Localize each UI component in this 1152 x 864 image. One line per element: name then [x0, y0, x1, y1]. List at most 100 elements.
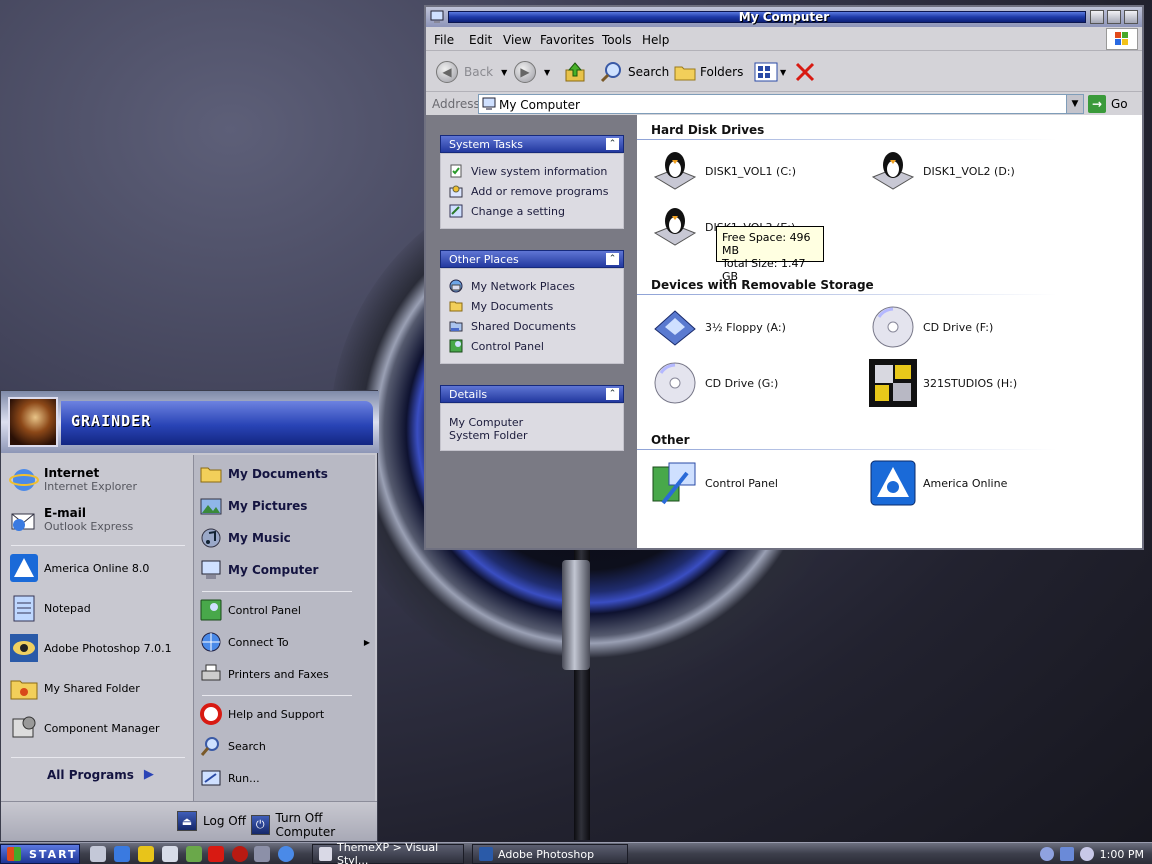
- help-and-support[interactable]: Help and Support: [200, 703, 324, 725]
- place-my-documents[interactable]: My Documents: [449, 296, 615, 316]
- recent-photoshop[interactable]: Adobe Photoshop 7.0.1: [9, 633, 172, 663]
- tray-volume-icon[interactable]: [1079, 847, 1094, 861]
- menu-bar: File Edit View Favorites Tools Help: [426, 27, 1142, 51]
- setting-label: Control Panel: [228, 603, 301, 617]
- task-view-system-info[interactable]: View system information: [449, 161, 615, 181]
- back-button[interactable]: ◀ Back ▼: [436, 60, 507, 84]
- place-my-pictures[interactable]: My Pictures: [200, 495, 307, 517]
- user-avatar-chess-icon[interactable]: [8, 397, 58, 447]
- turn-off-button[interactable]: ⏻ Turn Off Computer: [251, 811, 377, 839]
- search-item[interactable]: Search: [200, 735, 266, 757]
- recent-label: Component Manager: [44, 721, 160, 735]
- task-change-setting[interactable]: Change a setting: [449, 201, 615, 221]
- run-item[interactable]: Run...: [200, 767, 260, 789]
- title-bar[interactable]: My Computer: [426, 7, 1142, 27]
- linux-drive-icon: [871, 152, 915, 190]
- up-folder-button[interactable]: [564, 60, 586, 84]
- recent-notepad[interactable]: Notepad: [9, 593, 91, 623]
- quicklaunch-tool-icon[interactable]: [254, 846, 270, 862]
- forward-button[interactable]: ▶ ▼: [514, 60, 550, 84]
- maximize-button[interactable]: [1107, 10, 1121, 24]
- pinned-email[interactable]: E-mail Outlook Express: [9, 505, 133, 535]
- setting-control-panel[interactable]: Control Panel: [200, 599, 301, 621]
- close-button[interactable]: [1124, 10, 1138, 24]
- setting-connect-to[interactable]: Connect To ▶: [200, 631, 372, 653]
- collapse-icon[interactable]: ⌃: [606, 388, 619, 400]
- recent-component-manager[interactable]: Component Manager: [9, 713, 160, 743]
- menu-view[interactable]: View: [503, 33, 531, 47]
- views-icon: [754, 62, 778, 82]
- drive-item-g[interactable]: CD Drive (G:): [651, 359, 778, 407]
- quicklaunch-app-icon[interactable]: [186, 846, 202, 862]
- menu-help[interactable]: Help: [642, 33, 669, 47]
- delete-button[interactable]: [794, 60, 816, 84]
- go-arrow-icon: →: [1088, 95, 1106, 113]
- details-body: My Computer System Folder: [440, 403, 624, 451]
- quicklaunch-acrobat-icon[interactable]: [208, 846, 224, 862]
- task-label: Change a setting: [471, 204, 565, 218]
- back-label: Back: [464, 65, 494, 79]
- place-my-network-places[interactable]: My Network Places: [449, 276, 615, 296]
- tray-network-icon[interactable]: [1059, 847, 1074, 861]
- forward-dropdown-icon[interactable]: ▼: [544, 68, 550, 77]
- drive-item-a[interactable]: 3½ Floppy (A:): [651, 303, 786, 351]
- drive-item-d[interactable]: DISK1_VOL2 (D:): [869, 147, 1015, 195]
- recent-america-online[interactable]: America Online 8.0: [9, 553, 149, 583]
- pinned-internet[interactable]: Internet Internet Explorer: [9, 465, 137, 495]
- setting-printers-faxes[interactable]: Printers and Faxes: [200, 663, 329, 685]
- menu-file[interactable]: File: [434, 33, 454, 47]
- address-dropdown-icon[interactable]: ▼: [1066, 94, 1084, 114]
- drive-item-h[interactable]: 321STUDIOS (H:): [869, 359, 1017, 407]
- tray-globe-icon[interactable]: [1039, 847, 1054, 861]
- quicklaunch-desktop-icon[interactable]: [90, 846, 106, 862]
- folders-button[interactable]: Folders: [674, 60, 743, 84]
- quicklaunch-search-icon[interactable]: [278, 846, 294, 862]
- taskbar-button-photoshop[interactable]: Adobe Photoshop: [472, 844, 628, 864]
- details-name: My Computer: [449, 416, 524, 429]
- menu-tools[interactable]: Tools: [602, 33, 632, 47]
- clock[interactable]: 1:00 PM: [1100, 848, 1144, 861]
- linux-drive-icon: [653, 208, 697, 246]
- other-item-label: America Online: [923, 476, 1008, 490]
- control-panel-icon: [652, 462, 696, 505]
- log-off-button[interactable]: ⏏ Log Off: [177, 811, 246, 831]
- place-shared-documents[interactable]: Shared Documents: [449, 316, 615, 336]
- go-button[interactable]: → Go: [1088, 94, 1138, 114]
- quicklaunch-notepad-icon[interactable]: [162, 846, 178, 862]
- separator: [202, 591, 352, 592]
- quicklaunch-realplayer-icon[interactable]: [232, 846, 248, 862]
- back-dropdown-icon[interactable]: ▼: [501, 68, 507, 77]
- search-button[interactable]: Search: [600, 60, 669, 84]
- menu-favorites[interactable]: Favorites: [540, 33, 594, 47]
- quicklaunch-ie-icon[interactable]: [114, 846, 130, 862]
- other-item-control-panel[interactable]: Control Panel: [651, 459, 778, 507]
- minimize-button[interactable]: [1090, 10, 1104, 24]
- turn-off-label: Turn Off Computer: [275, 811, 336, 839]
- details-header[interactable]: Details ⌃: [440, 385, 624, 403]
- drive-item-c[interactable]: DISK1_VOL1 (C:): [651, 147, 796, 195]
- help-label: Search: [228, 739, 266, 753]
- all-programs-button[interactable]: All Programs ▶: [47, 767, 154, 782]
- task-add-remove-programs[interactable]: Add or remove programs: [449, 181, 615, 201]
- drive-item-f[interactable]: CD Drive (F:): [869, 303, 993, 351]
- system-tasks-header[interactable]: System Tasks ⌃: [440, 135, 624, 153]
- collapse-icon[interactable]: ⌃: [606, 253, 619, 265]
- address-field[interactable]: My Computer: [478, 94, 1084, 114]
- menu-edit[interactable]: Edit: [469, 33, 492, 47]
- start-button[interactable]: START: [0, 844, 80, 864]
- views-button[interactable]: ▼: [754, 60, 786, 84]
- place-control-panel[interactable]: Control Panel: [449, 336, 615, 356]
- quicklaunch-media-icon[interactable]: [138, 846, 154, 862]
- other-places-header[interactable]: Other Places ⌃: [440, 250, 624, 268]
- collapse-icon[interactable]: ⌃: [606, 138, 619, 150]
- group-divider: [637, 449, 1057, 450]
- place-my-computer[interactable]: My Computer: [200, 559, 318, 581]
- details-title: Details: [449, 388, 488, 401]
- taskbar-button-themexp[interactable]: ThemeXP > Visual Styl...: [312, 841, 464, 864]
- place-my-documents[interactable]: My Documents: [200, 463, 328, 485]
- recent-shared-folder[interactable]: My Shared Folder: [9, 673, 140, 703]
- other-item-america-online[interactable]: America Online: [869, 459, 1007, 507]
- place-my-music[interactable]: My Music: [200, 527, 291, 549]
- my-computer-icon: [201, 560, 221, 579]
- user-name: GRAINDER: [71, 412, 152, 430]
